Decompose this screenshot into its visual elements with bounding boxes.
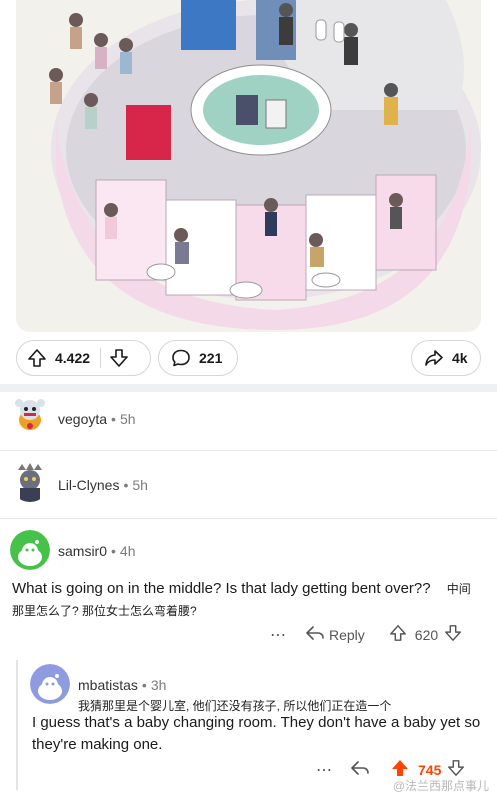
- comment-author-line: vegoyta • 5h: [58, 411, 136, 427]
- reply-button[interactable]: Reply: [329, 627, 365, 643]
- comment-body: What is going on in the middle? Is that …: [12, 578, 482, 622]
- section-divider: [0, 384, 497, 392]
- comment-author[interactable]: samsir0: [58, 543, 107, 559]
- comment-time: 5h: [119, 411, 136, 427]
- comment-author-line: Lil-Clynes • 5h: [58, 477, 148, 493]
- reply-icon[interactable]: [305, 624, 325, 645]
- downvote-icon[interactable]: [109, 348, 129, 368]
- share-button[interactable]: 4k: [411, 340, 481, 376]
- comment-author-line: samsir0 • 4h: [58, 543, 136, 559]
- comment-divider: [0, 518, 497, 519]
- comment-icon: [171, 348, 191, 368]
- share-icon: [424, 348, 444, 368]
- bullet: •: [141, 677, 147, 693]
- post-action-bar: 4.422 221 4k: [16, 340, 481, 376]
- comment-time: 3h: [150, 677, 167, 693]
- comment-author[interactable]: vegoyta: [58, 411, 107, 427]
- thread-line[interactable]: [16, 660, 18, 790]
- comment-time: 5h: [132, 477, 148, 493]
- avatar[interactable]: [10, 394, 50, 434]
- vote-pill: 4.422: [16, 340, 151, 376]
- comment-count: 221: [199, 350, 223, 366]
- upvote-icon[interactable]: [389, 624, 407, 645]
- post-image[interactable]: [16, 0, 481, 332]
- comments-button[interactable]: 221: [158, 340, 238, 376]
- restroom-illustration: [16, 0, 481, 332]
- upvote-icon[interactable]: [27, 348, 47, 368]
- avatar[interactable]: [10, 462, 50, 502]
- comment-author-line: mbatistas • 3h: [78, 677, 166, 693]
- comment-action-row: ⋯ Reply 620: [270, 624, 462, 645]
- comment-text: I guess that's a baby changing room. The…: [32, 714, 481, 753]
- comment-text: What is going on in the middle? Is that …: [12, 580, 431, 597]
- comment-divider: [0, 450, 497, 451]
- comment-time: 4h: [119, 543, 136, 559]
- share-count: 4k: [452, 350, 468, 366]
- avatar[interactable]: [10, 530, 50, 570]
- upvote-count: 4.422: [55, 350, 91, 366]
- comment-author[interactable]: Lil-Clynes: [58, 477, 119, 493]
- bullet: •: [111, 543, 116, 559]
- more-icon[interactable]: ⋯: [270, 625, 287, 645]
- vote-score: 745: [418, 761, 442, 778]
- vote-separator: [100, 348, 102, 368]
- bullet: •: [123, 477, 129, 493]
- watermark: @法兰西那点事儿: [392, 779, 489, 793]
- avatar[interactable]: [30, 664, 70, 704]
- more-icon[interactable]: ⋯: [316, 760, 332, 780]
- reply-icon[interactable]: [350, 759, 370, 780]
- bullet: •: [111, 411, 116, 427]
- comment-author[interactable]: mbatistas: [78, 677, 138, 693]
- downvote-icon[interactable]: [444, 624, 462, 645]
- vote-score: 620: [414, 626, 439, 643]
